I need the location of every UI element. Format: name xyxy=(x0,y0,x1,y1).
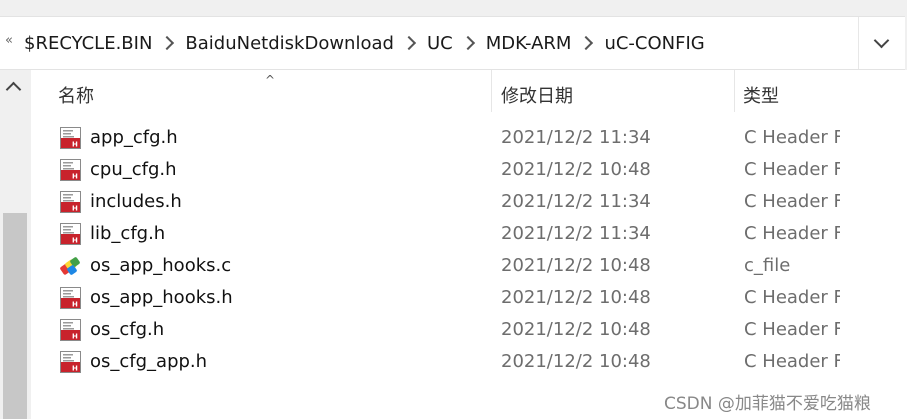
file-name: os_app_hooks.c xyxy=(90,255,232,276)
file-name: cpu_cfg.h xyxy=(90,159,177,180)
file-name: os_cfg.h xyxy=(90,319,165,340)
file-name: os_app_hooks.h xyxy=(90,287,233,308)
breadcrumb-chevron-icon[interactable] xyxy=(460,35,475,51)
file-row[interactable]: H cpu_cfg.h 2021/12/2 10:48 C Header F xyxy=(31,155,843,187)
breadcrumb-chevron-icon[interactable] xyxy=(579,35,594,51)
file-row[interactable]: H app_cfg.h 2021/12/2 11:34 C Header F xyxy=(31,123,843,155)
breadcrumb-chevron-icon[interactable] xyxy=(401,35,417,51)
file-name: app_cfg.h xyxy=(90,127,178,148)
file-type: c_file xyxy=(744,255,791,276)
h-file-icon: H xyxy=(60,287,81,309)
file-name: lib_cfg.h xyxy=(90,223,166,244)
svg-text:H: H xyxy=(72,237,78,245)
breadcrumb-chevron-icon[interactable] xyxy=(160,35,175,51)
h-file-icon: H xyxy=(60,191,81,213)
watermark: CSDN @加菲猫不爱吃猫粮 xyxy=(664,394,871,414)
h-file-icon: H xyxy=(60,127,81,149)
column-header-name[interactable]: 名称 xyxy=(58,82,94,108)
file-type: C Header F xyxy=(744,127,840,148)
file-name: os_cfg_app.h xyxy=(90,351,208,372)
file-type: C Header F xyxy=(744,287,840,308)
file-date-modified: 2021/12/2 10:48 xyxy=(501,287,651,308)
file-name: includes.h xyxy=(90,191,182,212)
file-row[interactable]: os_app_hooks.c 2021/12/2 10:48 c_file xyxy=(31,251,843,283)
column-divider[interactable] xyxy=(491,70,492,112)
svg-text:H: H xyxy=(72,141,78,149)
chevron-down-icon xyxy=(873,32,890,49)
file-date-modified: 2021/12/2 11:34 xyxy=(501,127,651,148)
svg-text:H: H xyxy=(72,333,78,341)
file-date-modified: 2021/12/2 10:48 xyxy=(501,319,651,340)
c-file-icon xyxy=(60,255,81,277)
h-file-icon: H xyxy=(60,159,81,181)
breadcrumb-uc[interactable]: UC xyxy=(427,33,453,54)
svg-text:H: H xyxy=(72,205,78,213)
scrollbar-thumb[interactable] xyxy=(3,213,27,419)
file-row[interactable]: H lib_cfg.h 2021/12/2 11:34 C Header F xyxy=(31,219,843,251)
file-type: C Header F xyxy=(744,191,840,212)
file-type: C Header F xyxy=(744,319,840,340)
vertical-scrollbar[interactable] xyxy=(0,70,28,419)
file-row[interactable]: H os_app_hooks.h 2021/12/2 10:48 C Header … xyxy=(31,283,843,315)
file-row[interactable]: H includes.h 2021/12/2 11:34 C Header F xyxy=(31,187,843,219)
svg-text:H: H xyxy=(72,365,78,373)
breadcrumb-overflow-icon[interactable]: « xyxy=(5,33,13,48)
sort-ascending-icon: ^ xyxy=(265,73,276,87)
breadcrumb: $RECYCLE.BIN BaiduNetdiskDownload UC MDK… xyxy=(24,30,705,56)
svg-text:H: H xyxy=(72,301,78,309)
file-date-modified: 2021/12/2 11:34 xyxy=(501,223,651,244)
h-file-icon: H xyxy=(60,223,81,245)
h-file-icon: H xyxy=(60,319,81,341)
file-type: C Header F xyxy=(744,159,840,180)
file-type: C Header F xyxy=(744,223,840,244)
file-date-modified: 2021/12/2 11:34 xyxy=(501,191,651,212)
breadcrumb-uc-config[interactable]: uC-CONFIG xyxy=(604,33,704,54)
file-date-modified: 2021/12/2 10:48 xyxy=(501,351,651,372)
column-header-type[interactable]: 类型 xyxy=(743,82,779,108)
file-row[interactable]: H os_cfg.h 2021/12/2 10:48 C Header F xyxy=(31,315,843,347)
breadcrumb-baidunetdiskdownload[interactable]: BaiduNetdiskDownload xyxy=(185,33,394,54)
breadcrumb-recycle-bin[interactable]: $RECYCLE.BIN xyxy=(24,33,152,54)
svg-text:H: H xyxy=(72,173,78,181)
file-type: C Header F xyxy=(744,351,840,372)
address-history-dropdown-button[interactable] xyxy=(858,17,905,69)
address-bar[interactable]: « $RECYCLE.BIN BaiduNetdiskDownload UC M… xyxy=(0,16,905,70)
column-header-date-modified[interactable]: 修改日期 xyxy=(501,82,573,108)
scroll-up-icon[interactable] xyxy=(5,81,22,98)
column-divider[interactable] xyxy=(734,70,735,112)
h-file-icon: H xyxy=(60,351,81,373)
list-right-margin xyxy=(843,70,907,419)
file-row[interactable]: H os_cfg_app.h 2021/12/2 10:48 C Header F xyxy=(31,347,843,379)
file-list: ^ 名称 修改日期 类型 H app_cfg.h 2021/12/2 11:34 C… xyxy=(31,70,843,419)
file-date-modified: 2021/12/2 10:48 xyxy=(501,159,651,180)
file-date-modified: 2021/12/2 10:48 xyxy=(501,255,651,276)
breadcrumb-mdk-arm[interactable]: MDK-ARM xyxy=(486,33,572,54)
